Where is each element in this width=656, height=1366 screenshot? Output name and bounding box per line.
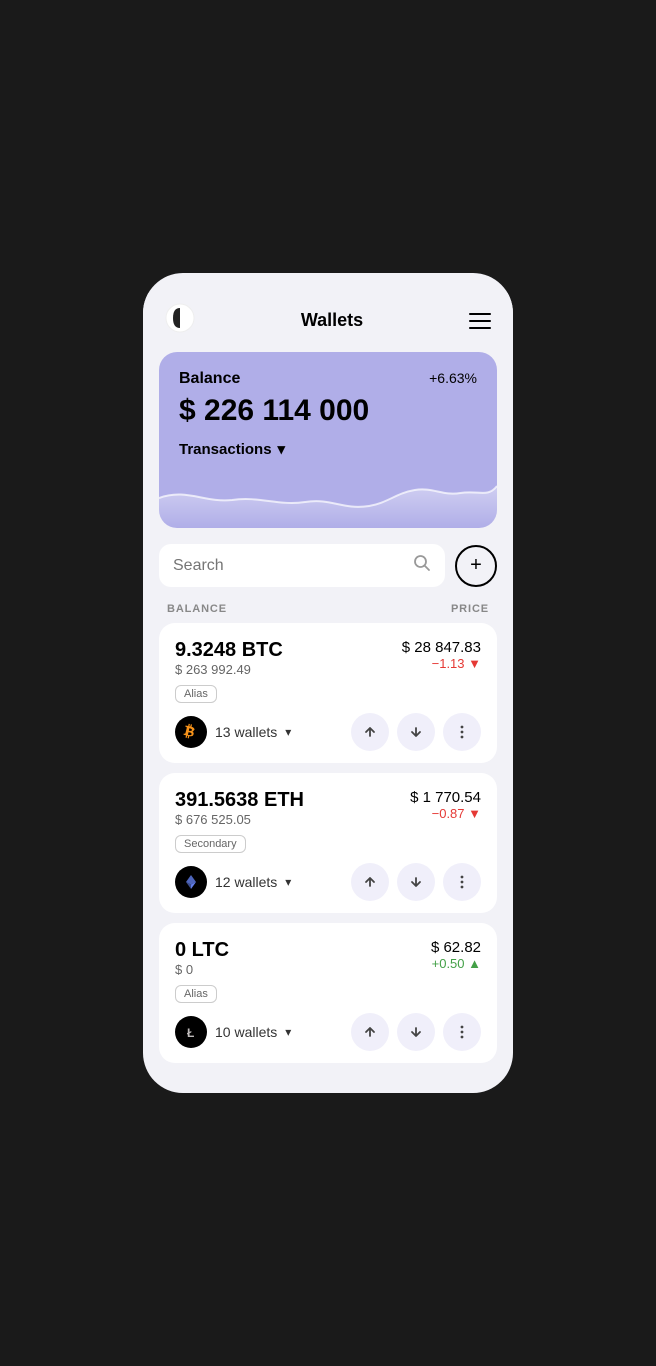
balance-card: Balance +6.63% $ 226 114 000 Transaction… bbox=[159, 352, 497, 528]
price-header-label: PRICE bbox=[451, 603, 489, 615]
search-area: + bbox=[143, 544, 513, 599]
ltc-usd: $ 0 bbox=[175, 962, 229, 977]
balance-chart bbox=[159, 468, 497, 528]
btc-usd: $ 263 992.49 bbox=[175, 662, 283, 677]
balance-header-label: BALANCE bbox=[167, 603, 227, 615]
coins-list: 9.3248 BTC $ 263 992.49 $ 28 847.83 −1.1… bbox=[143, 623, 513, 1063]
btc-price: $ 28 847.83 bbox=[402, 639, 481, 656]
table-headers: BALANCE PRICE bbox=[143, 599, 513, 623]
eth-expand-icon[interactable]: ▾ bbox=[285, 875, 291, 889]
svg-text:Ł: Ł bbox=[187, 1026, 194, 1040]
ltc-wallets-count: 10 wallets bbox=[215, 1024, 277, 1040]
ltc-price: $ 62.82 bbox=[431, 939, 481, 956]
menu-button[interactable] bbox=[469, 313, 491, 329]
ltc-receive-button[interactable] bbox=[397, 1013, 435, 1051]
ltc-expand-icon[interactable]: ▾ bbox=[285, 1025, 291, 1039]
plus-icon: + bbox=[470, 554, 482, 577]
btc-more-button[interactable] bbox=[443, 713, 481, 751]
transactions-button[interactable]: Transactions ▾ bbox=[179, 440, 285, 458]
eth-wallets-count: 12 wallets bbox=[215, 874, 277, 890]
balance-percent: +6.63% bbox=[429, 370, 477, 386]
balance-amount: $ 226 114 000 bbox=[179, 394, 477, 428]
btc-change: −1.13 ▼ bbox=[402, 656, 481, 671]
page-title: Wallets bbox=[301, 310, 363, 331]
ltc-send-button[interactable] bbox=[351, 1013, 389, 1051]
ltc-more-button[interactable] bbox=[443, 1013, 481, 1051]
eth-more-button[interactable] bbox=[443, 863, 481, 901]
btc-tag: Alias bbox=[175, 685, 217, 703]
eth-tag: Secondary bbox=[175, 835, 246, 853]
ltc-tag: Alias bbox=[175, 985, 217, 1003]
btc-amount: 9.3248 BTC bbox=[175, 639, 283, 662]
ltc-change: +0.50 ▲ bbox=[431, 956, 481, 971]
logo-icon bbox=[165, 303, 195, 338]
add-wallet-button[interactable]: + bbox=[455, 545, 497, 587]
balance-label: Balance bbox=[179, 370, 240, 388]
coin-card-eth: 391.5638 ETH $ 676 525.05 $ 1 770.54 −0.… bbox=[159, 773, 497, 913]
coin-card-ltc: 0 LTC $ 0 $ 62.82 +0.50 ▲ Alias Ł bbox=[159, 923, 497, 1063]
eth-send-button[interactable] bbox=[351, 863, 389, 901]
eth-price: $ 1 770.54 bbox=[410, 789, 481, 806]
btc-receive-button[interactable] bbox=[397, 713, 435, 751]
ltc-amount: 0 LTC bbox=[175, 939, 229, 962]
search-input[interactable] bbox=[173, 557, 413, 575]
phone-frame: Wallets Balance +6.63% $ 226 114 000 Tra… bbox=[143, 273, 513, 1093]
search-icon bbox=[413, 554, 431, 577]
eth-change: −0.87 ▼ bbox=[410, 806, 481, 821]
btc-expand-icon[interactable]: ▾ bbox=[285, 725, 291, 739]
chevron-down-icon: ▾ bbox=[278, 440, 286, 458]
header: Wallets bbox=[143, 293, 513, 352]
btc-logo bbox=[175, 716, 207, 748]
coin-card-btc: 9.3248 BTC $ 263 992.49 $ 28 847.83 −1.1… bbox=[159, 623, 497, 763]
ltc-logo: Ł bbox=[175, 1016, 207, 1048]
eth-amount: 391.5638 ETH bbox=[175, 789, 304, 812]
eth-usd: $ 676 525.05 bbox=[175, 812, 304, 827]
eth-receive-button[interactable] bbox=[397, 863, 435, 901]
search-wrapper bbox=[159, 544, 445, 587]
eth-logo bbox=[175, 866, 207, 898]
btc-send-button[interactable] bbox=[351, 713, 389, 751]
btc-wallets-count: 13 wallets bbox=[215, 724, 277, 740]
